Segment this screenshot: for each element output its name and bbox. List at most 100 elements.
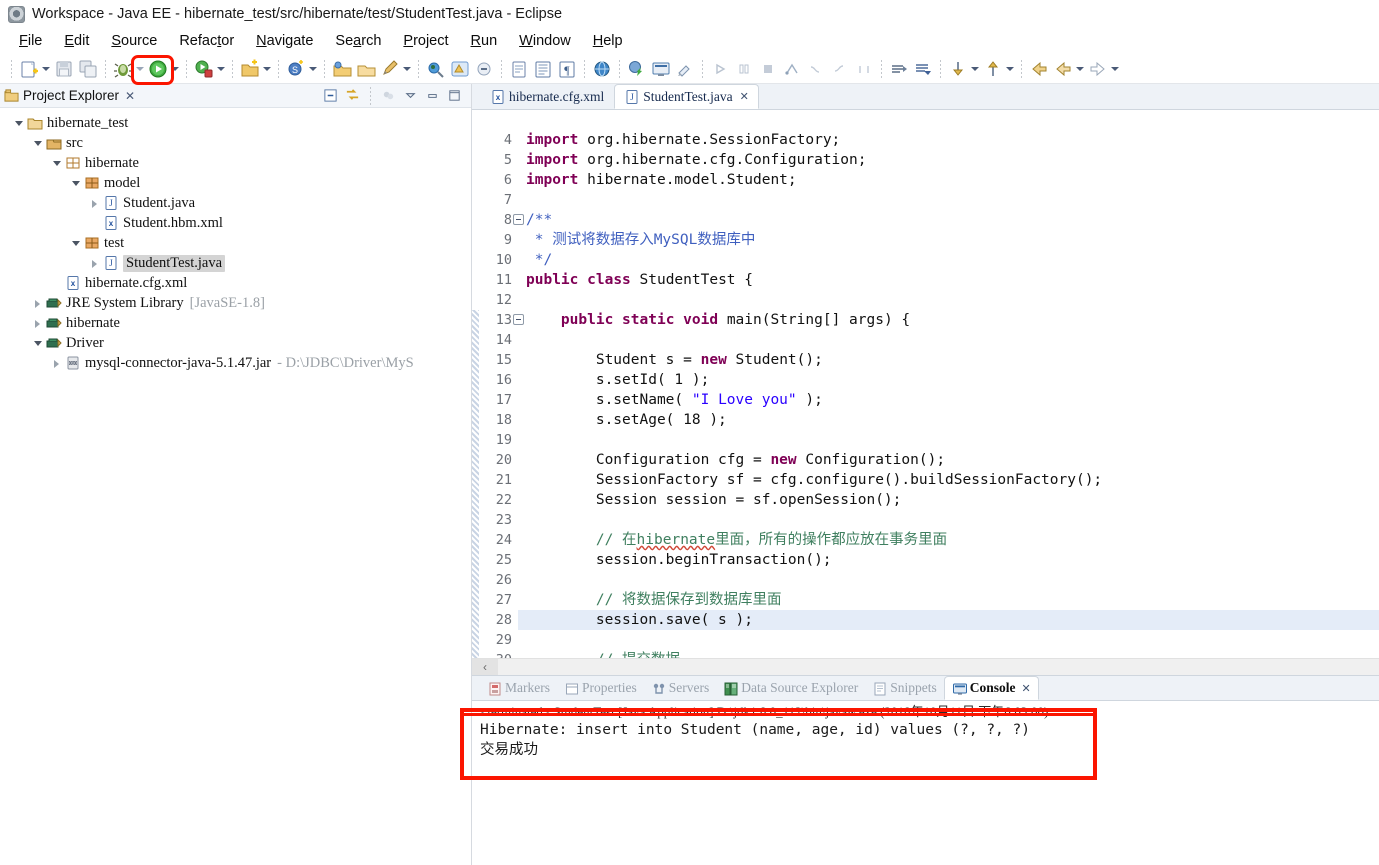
chevron-right-icon[interactable] bbox=[31, 317, 44, 330]
back-icon[interactable] bbox=[1028, 58, 1050, 80]
code-line[interactable]: */ bbox=[518, 250, 1379, 270]
menu-item-refactor[interactable]: Refactor bbox=[168, 31, 245, 51]
next-dropdown-arrow[interactable] bbox=[1110, 58, 1121, 80]
new-dropdown-arrow[interactable] bbox=[41, 58, 52, 80]
code-line[interactable] bbox=[518, 570, 1379, 590]
bottom-tab-properties[interactable]: Properties bbox=[557, 676, 644, 700]
console-view[interactable]: <terminated> StudentTest [Java Applicati… bbox=[472, 701, 1379, 865]
resume-icon[interactable] bbox=[781, 58, 803, 80]
tree-item-student-hbm-xml[interactable]: x Student.hbm.xml bbox=[0, 213, 471, 233]
close-icon[interactable]: ✕ bbox=[740, 90, 749, 103]
project-explorer-tab[interactable]: Project Explorer ✕ bbox=[4, 88, 135, 103]
tree-item-test[interactable]: test bbox=[0, 233, 471, 253]
chevron-down-icon[interactable] bbox=[69, 177, 82, 190]
close-icon[interactable]: ✕ bbox=[1021, 682, 1030, 695]
menu-item-navigate[interactable]: Navigate bbox=[245, 31, 324, 51]
code-line[interactable]: // 将数据保存到数据库里面 bbox=[518, 590, 1379, 610]
clear-icon[interactable] bbox=[674, 58, 696, 80]
next-annotation-icon[interactable] bbox=[888, 58, 910, 80]
forward-dropdown-arrow[interactable] bbox=[1005, 58, 1016, 80]
link-with-editor-icon[interactable] bbox=[343, 86, 362, 105]
annotation-dropdown-arrow[interactable] bbox=[402, 58, 413, 80]
chevron-down-icon[interactable] bbox=[50, 157, 63, 170]
code-line[interactable]: import org.hibernate.cfg.Configuration; bbox=[518, 150, 1379, 170]
tree-item-driver[interactable]: Driver bbox=[0, 333, 471, 353]
step-into-icon[interactable] bbox=[733, 58, 755, 80]
code-line[interactable] bbox=[518, 330, 1379, 350]
maximize-icon[interactable] bbox=[445, 86, 464, 105]
save-all-icon[interactable] bbox=[77, 58, 99, 80]
tree-item-hibernate[interactable]: hibernate bbox=[0, 313, 471, 333]
code-line[interactable]: SessionFactory sf = cfg.configure().buil… bbox=[518, 470, 1379, 490]
debug-dropdown-arrow[interactable] bbox=[135, 58, 146, 80]
new-java-package-icon[interactable] bbox=[239, 58, 261, 80]
code-line[interactable]: session.beginTransaction(); bbox=[518, 550, 1379, 570]
chevron-down-icon[interactable] bbox=[31, 137, 44, 150]
menu-item-window[interactable]: Window bbox=[508, 31, 582, 51]
toggle-mark-occurrences-icon[interactable] bbox=[449, 58, 471, 80]
code-lines[interactable]: import org.hibernate.SessionFactory; impo… bbox=[518, 110, 1379, 675]
code-line[interactable]: * 测试将数据存入MySQL数据库中 bbox=[518, 230, 1379, 250]
show-whitespace-icon[interactable] bbox=[532, 58, 554, 80]
tree-item-studenttest-java[interactable]: J StudentTest.java bbox=[0, 253, 471, 273]
editor-tab-studenttest-java[interactable]: J StudentTest.java ✕ bbox=[614, 84, 759, 109]
tree-item-src[interactable]: src bbox=[0, 133, 471, 153]
next-icon[interactable] bbox=[1087, 58, 1109, 80]
last-edit-location-icon[interactable] bbox=[947, 58, 969, 80]
save-icon[interactable] bbox=[53, 58, 75, 80]
code-line[interactable]: public static void main(String[] args) { bbox=[518, 310, 1379, 330]
code-line[interactable]: Configuration cfg = new Configuration(); bbox=[518, 450, 1379, 470]
run-icon[interactable] bbox=[147, 58, 169, 80]
chevron-right-icon[interactable] bbox=[88, 197, 101, 210]
collapse-all-icon[interactable] bbox=[321, 86, 340, 105]
tree-item-mysql-connector-java-5-1-47-jar[interactable]: 010 mysql-connector-java-5.1.47.jar - D:\J… bbox=[0, 353, 471, 373]
step-return-icon[interactable] bbox=[757, 58, 779, 80]
code-line[interactable] bbox=[518, 190, 1379, 210]
menu-item-edit[interactable]: Edit bbox=[53, 31, 100, 51]
minimize-icon[interactable] bbox=[423, 86, 442, 105]
pin-editor-icon[interactable] bbox=[425, 58, 447, 80]
debug-icon[interactable] bbox=[112, 58, 134, 80]
code-line[interactable]: s.setName( "I Love you" ); bbox=[518, 390, 1379, 410]
new-jsp-icon[interactable] bbox=[508, 58, 530, 80]
chevron-right-icon[interactable] bbox=[50, 357, 63, 370]
editor-horizontal-scrollbar[interactable]: ‹ bbox=[472, 658, 1379, 675]
run-external-tools-icon[interactable] bbox=[193, 58, 215, 80]
drop-to-frame-icon[interactable] bbox=[805, 58, 827, 80]
use-step-filters-icon[interactable] bbox=[829, 58, 851, 80]
forward-history-icon[interactable] bbox=[982, 58, 1004, 80]
last-edit-dropdown-arrow[interactable] bbox=[970, 58, 981, 80]
bottom-tab-data-source-explorer[interactable]: Data Source Explorer bbox=[716, 676, 865, 700]
close-icon[interactable]: ✕ bbox=[125, 89, 135, 103]
back-prev-icon[interactable] bbox=[1052, 58, 1074, 80]
step-over-icon[interactable] bbox=[709, 58, 731, 80]
open-task-icon[interactable] bbox=[355, 58, 377, 80]
back-dropdown-arrow[interactable] bbox=[1075, 58, 1086, 80]
code-line[interactable]: // 在hibernate里面，所有的操作都应放在事务里面 bbox=[518, 530, 1379, 550]
menu-item-run[interactable]: Run bbox=[460, 31, 509, 51]
bottom-tab-servers[interactable]: Servers bbox=[644, 676, 717, 700]
menu-item-source[interactable]: Source bbox=[100, 31, 168, 51]
code-line[interactable] bbox=[518, 290, 1379, 310]
code-line[interactable]: import hibernate.model.Student; bbox=[518, 170, 1379, 190]
run-dropdown-arrow[interactable] bbox=[170, 58, 181, 80]
menu-item-file[interactable]: File bbox=[8, 31, 53, 51]
tree-item-hibernate-cfg-xml[interactable]: x hibernate.cfg.xml bbox=[0, 273, 471, 293]
menu-item-project[interactable]: Project bbox=[392, 31, 459, 51]
bottom-tab-console[interactable]: Console ✕ bbox=[943, 676, 1039, 700]
code-line[interactable] bbox=[518, 630, 1379, 650]
code-line[interactable]: import org.hibernate.SessionFactory; bbox=[518, 130, 1379, 150]
deploy-icon[interactable] bbox=[626, 58, 648, 80]
code-line[interactable] bbox=[518, 430, 1379, 450]
menu-item-help[interactable]: Help bbox=[582, 31, 634, 51]
chevron-right-icon[interactable] bbox=[31, 297, 44, 310]
editor-tab-hibernate-cfg-xml[interactable]: x hibernate.cfg.xml bbox=[480, 84, 614, 109]
editor-gutter[interactable]: 4 5 6 7 8 9 10 11 12 13 14 15 16 17 18 19 20 21 22 23 24 25 26… bbox=[472, 110, 524, 675]
java-source-editor[interactable]: 4 5 6 7 8 9 10 11 12 13 14 15 16 17 18 19 20 21 22 23 24 25 26… bbox=[472, 110, 1379, 675]
search-dropdown-arrow[interactable] bbox=[308, 58, 319, 80]
code-line[interactable]: public class StudentTest { bbox=[518, 270, 1379, 290]
chevron-down-icon[interactable] bbox=[69, 237, 82, 250]
open-type-icon[interactable] bbox=[331, 58, 353, 80]
tree-item-model[interactable]: model bbox=[0, 173, 471, 193]
annotation-icon[interactable] bbox=[379, 58, 401, 80]
